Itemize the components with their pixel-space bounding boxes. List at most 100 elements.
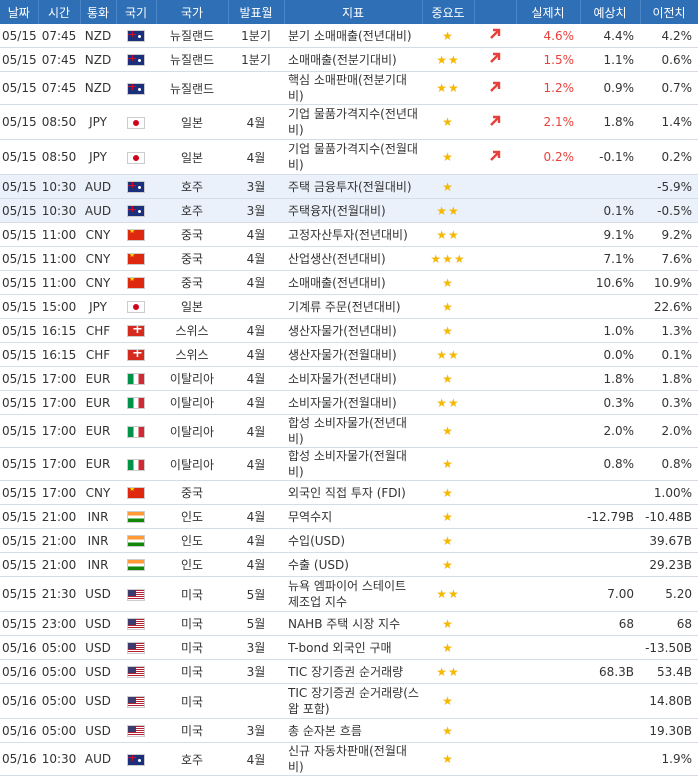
indicator-cell[interactable]: 주택융자(전월대비) bbox=[284, 198, 422, 223]
actual-cell bbox=[516, 480, 580, 505]
indicator-cell[interactable]: 뉴욕 엠파이어 스테이트 제조업 지수 bbox=[284, 576, 422, 612]
indicator-cell[interactable]: 소매매출(전분기대비) bbox=[284, 47, 422, 72]
table-row[interactable]: 05/1511:00CNY 중국4월산업생산(전년대비) ★★★ 7.1%7.6% bbox=[0, 246, 698, 271]
header-actual[interactable]: 실제치 bbox=[516, 0, 581, 24]
country-cell: 미국 bbox=[156, 576, 228, 612]
indicator-cell[interactable]: 합성 소비자물가(전년대비) bbox=[284, 414, 422, 448]
flag-cell bbox=[116, 683, 156, 719]
table-row[interactable]: 05/15 21:00 INR 인도 4월 수출 (USD) ★ 29.23B bbox=[0, 552, 698, 577]
table-row[interactable]: 05/15 21:00 INR 인도 4월 수입(USD) ★ 39.67B bbox=[0, 528, 698, 553]
indicator-cell[interactable]: 소매매출(전년대비) bbox=[284, 270, 422, 295]
header-period[interactable]: 발표월 bbox=[228, 0, 285, 24]
indicator-cell[interactable]: 기업 물품가격지수(전년대비) bbox=[284, 104, 422, 140]
trend-cell bbox=[474, 366, 516, 391]
table-row[interactable]: 05/1511:00CNY 중국4월소매매출(전년대비) ★ 10.6%10.9% bbox=[0, 270, 698, 295]
currency-cell: CHF bbox=[80, 342, 116, 367]
previous-cell: 0.7% bbox=[640, 71, 698, 105]
table-row[interactable]: 05/15 17:00 EUR 이탈리아 4월 소비자물가(전년대비) ★ 1.8% 1.8% bbox=[0, 366, 698, 391]
indicator-cell[interactable]: 외국인 직접 투자 (FDI) bbox=[284, 480, 422, 505]
country-cell: 뉴질랜드 bbox=[156, 71, 228, 105]
trend-up-arrow-icon bbox=[490, 115, 501, 126]
header-forecast[interactable]: 예상치 bbox=[580, 0, 641, 24]
table-row[interactable]: 05/15 17:00 EUR 이탈리아 4월 소비자물가(전월대비) ★★ 0.3% 0.3% bbox=[0, 390, 698, 415]
importance-cell: ★★★ bbox=[422, 246, 474, 271]
flag-cell bbox=[116, 24, 156, 48]
currency-cell: EUR bbox=[80, 390, 116, 415]
header-date[interactable]: 날짜 bbox=[0, 0, 39, 24]
table-row[interactable]: 05/1517:00CNY 중국 외국인 직접 투자 (FDI) ★ 1.00% bbox=[0, 480, 698, 505]
date-cell: 05/15 bbox=[0, 270, 38, 295]
table-row[interactable]: 05/15 17:00 EUR 이탈리아 4월 합성 소비자물가(전월대비) ★ 0.8% 0.… bbox=[0, 447, 698, 481]
importance-cell: ★★ bbox=[422, 342, 474, 367]
header-time[interactable]: 시간 bbox=[38, 0, 81, 24]
flag-cell bbox=[116, 139, 156, 175]
table-row[interactable]: 05/15 21:30 USD 미국 5월 뉴욕 엠파이어 스테이트 제조업 지수 ★★ 7.… bbox=[0, 576, 698, 612]
header-indicator[interactable]: 지표 bbox=[284, 0, 423, 24]
importance-cell: ★★ bbox=[422, 198, 474, 223]
table-row[interactable]: 05/1516:15CHF 스위스4월생산자물가(전년대비) ★ 1.0%1.3% bbox=[0, 318, 698, 343]
table-row[interactable]: 05/15 10:30 AUD 호주 3월 주택융자(전월대비) ★★ 0.1% -0.5% bbox=[0, 198, 698, 223]
header-importance[interactable]: 중요도 bbox=[422, 0, 475, 24]
table-row[interactable]: 05/16 05:00 USD 미국 TIC 장기증권 순거래량(스왑 포함) ★ 14.8… bbox=[0, 683, 698, 719]
indicator-cell[interactable]: 기업 물품가격지수(전월대비) bbox=[284, 139, 422, 175]
table-row[interactable]: 05/15 15:00 JPY 일본 기계류 주문(전년대비) ★ 22.6% bbox=[0, 294, 698, 319]
indicator-cell[interactable]: 합성 소비자물가(전월대비) bbox=[284, 447, 422, 481]
time-cell: 17:00 bbox=[38, 447, 80, 481]
indicator-cell[interactable]: 생산자물가(전월대비) bbox=[284, 342, 422, 367]
table-row[interactable]: 05/15 08:50 JPY 일본 4월 기업 물품가격지수(전년대비) ★ 2.1% 1.8… bbox=[0, 104, 698, 140]
importance-cell: ★ bbox=[422, 366, 474, 391]
indicator-cell[interactable]: 주택 금융투자(전월대비) bbox=[284, 174, 422, 199]
indicator-cell[interactable]: 핵심 소매판매(전분기대비) bbox=[284, 71, 422, 105]
actual-cell bbox=[516, 611, 580, 636]
table-row[interactable]: 05/15 07:45 NZD 뉴질랜드 1분기 소매매출(전분기대비) ★★ 1.5% 1.1… bbox=[0, 47, 698, 72]
indicator-cell[interactable]: 소비자물가(전년대비) bbox=[284, 366, 422, 391]
indicator-cell[interactable]: 수입(USD) bbox=[284, 528, 422, 553]
table-row[interactable]: 05/15 07:45 NZD 뉴질랜드 1분기 분기 소매매출(전년대비) ★ 4.6% 4.… bbox=[0, 24, 698, 48]
importance-cell: ★ bbox=[422, 447, 474, 481]
indicator-cell[interactable]: TIC 장기증권 순거래량 bbox=[284, 659, 422, 684]
date-cell: 05/15 bbox=[0, 222, 38, 247]
country-cell: 이탈리아 bbox=[156, 414, 228, 448]
indicator-cell[interactable]: T-bond 외국인 구매 bbox=[284, 635, 422, 660]
table-row[interactable]: 05/1516:15CHF 스위스4월생산자물가(전월대비) ★★ 0.0%0.1% bbox=[0, 342, 698, 367]
indicator-cell[interactable]: TIC 장기증권 순거래량(스왑 포함) bbox=[284, 683, 422, 719]
indicator-cell[interactable]: 분기 소매매출(전년대비) bbox=[284, 24, 422, 48]
table-row[interactable]: 05/16 05:00 USD 미국 3월 TIC 장기증권 순거래량 ★★ 68.3B 53.… bbox=[0, 659, 698, 684]
header-currency[interactable]: 통화 bbox=[80, 0, 117, 24]
table-row[interactable]: 05/16 05:00 USD 미국 3월 T-bond 외국인 구매 ★ -13.50B bbox=[0, 635, 698, 660]
header-previous[interactable]: 이전치 bbox=[640, 0, 698, 24]
table-row[interactable]: 05/15 08:50 JPY 일본 4월 기업 물품가격지수(전월대비) ★ 0.2% -0.… bbox=[0, 139, 698, 175]
table-row[interactable]: 05/15 17:00 EUR 이탈리아 4월 합성 소비자물가(전년대비) ★ 2.0% 2.… bbox=[0, 414, 698, 448]
table-row[interactable]: 05/15 23:00 USD 미국 5월 NAHB 주택 시장 지수 ★ 68 68 bbox=[0, 611, 698, 636]
indicator-cell[interactable]: 생산자물가(전년대비) bbox=[284, 318, 422, 343]
indicator-cell[interactable]: 무역수지 bbox=[284, 504, 422, 529]
importance-stars-icon: ★★ bbox=[436, 203, 460, 218]
forecast-cell: 68 bbox=[580, 611, 640, 636]
table-row[interactable]: 05/15 07:45 NZD 뉴질랜드 핵심 소매판매(전분기대비) ★★ 1.2% 0.9… bbox=[0, 71, 698, 105]
table-row[interactable]: 05/15 21:00 INR 인도 4월 무역수지 ★ -12.79B -10.48B bbox=[0, 504, 698, 529]
header-trend[interactable] bbox=[474, 0, 517, 24]
previous-cell: 0.1% bbox=[640, 342, 698, 367]
forecast-cell: 7.00 bbox=[580, 576, 640, 612]
period-cell: 4월 bbox=[228, 246, 284, 271]
header-flag[interactable]: 국기 bbox=[116, 0, 157, 24]
date-cell: 05/16 bbox=[0, 718, 38, 743]
importance-stars-icon: ★ bbox=[442, 28, 454, 43]
header-country[interactable]: 국가 bbox=[156, 0, 229, 24]
table-row[interactable]: 05/16 05:00 USD 미국 3월 총 순자본 흐름 ★ 19.30B bbox=[0, 718, 698, 743]
indicator-cell[interactable]: 총 순자본 흐름 bbox=[284, 718, 422, 743]
indicator-cell[interactable]: NAHB 주택 시장 지수 bbox=[284, 611, 422, 636]
importance-cell: ★ bbox=[422, 683, 474, 719]
indicator-cell[interactable]: 산업생산(전년대비) bbox=[284, 246, 422, 271]
table-row[interactable]: 05/1511:00CNY 중국4월고정자산투자(전년대비) ★★ 9.1%9.2% bbox=[0, 222, 698, 247]
currency-cell: CNY bbox=[80, 270, 116, 295]
actual-cell bbox=[516, 504, 580, 529]
table-row[interactable]: 05/15 10:30 AUD 호주 3월 주택 금융투자(전월대비) ★ -5.9% bbox=[0, 174, 698, 199]
period-cell: 4월 bbox=[228, 504, 284, 529]
indicator-cell[interactable]: 기계류 주문(전년대비) bbox=[284, 294, 422, 319]
flag-cell bbox=[116, 635, 156, 660]
indicator-cell[interactable]: 고정자산투자(전년대비) bbox=[284, 222, 422, 247]
country-cell: 뉴질랜드 bbox=[156, 47, 228, 72]
indicator-cell[interactable]: 수출 (USD) bbox=[284, 552, 422, 577]
indicator-cell[interactable]: 소비자물가(전월대비) bbox=[284, 390, 422, 415]
